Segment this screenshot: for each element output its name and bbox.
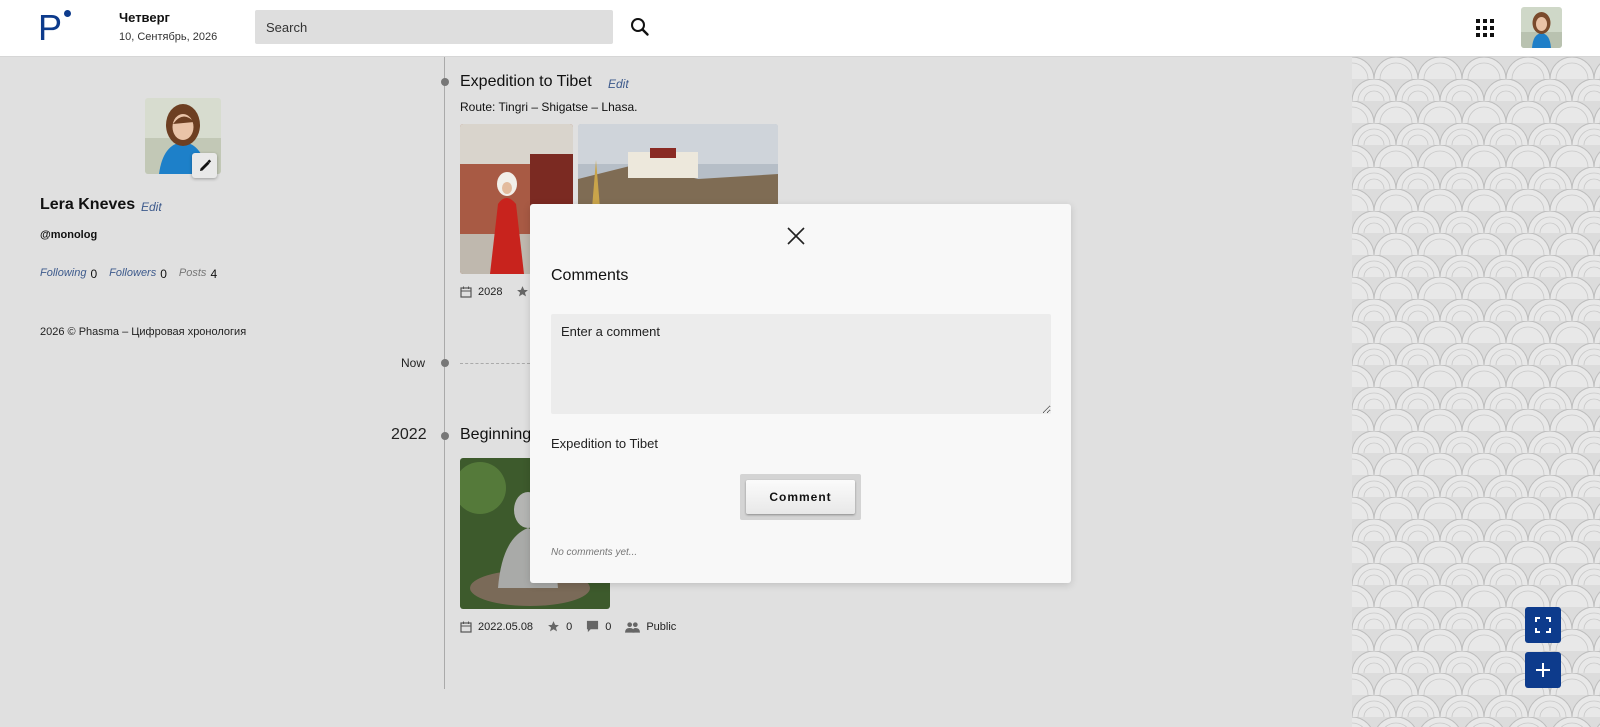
star-icon <box>517 286 529 297</box>
post-date: 2028 <box>478 285 503 298</box>
no-comments-text: No comments yet... <box>551 547 638 558</box>
visibility-label: Public <box>646 620 677 633</box>
profile-handle: @monolog <box>40 229 98 241</box>
now-marker-line <box>460 363 530 364</box>
profile-stats: Following 0 Followers 0 Posts 4 <box>40 267 225 281</box>
day-name: Четверг <box>119 10 170 25</box>
comment-count: 0 <box>605 620 612 633</box>
post-meta: 2022.05.08 0 0 Public <box>460 620 676 633</box>
comment-submit-button[interactable]: Comment <box>746 480 855 514</box>
people-icon <box>625 621 641 633</box>
post-meta: 2028 <box>460 285 529 298</box>
post-photo-potala[interactable] <box>578 124 778 208</box>
following-count: 0 <box>90 267 98 281</box>
followers-link[interactable]: Followers <box>109 267 156 281</box>
followers-count: 0 <box>160 267 167 281</box>
post-date: 2022.05.08 <box>478 620 534 633</box>
timeline-dot <box>441 78 449 86</box>
close-icon[interactable] <box>784 224 808 248</box>
posts-count: 4 <box>210 267 218 281</box>
search-icon[interactable] <box>630 17 650 37</box>
comment-button-frame: Comment <box>740 474 861 520</box>
logo-dot <box>64 10 71 17</box>
profile-edit-link[interactable]: Edit <box>141 200 162 214</box>
posts-label: Posts <box>178 267 207 279</box>
profile-name: Lera Kneves <box>40 196 136 213</box>
post-title[interactable]: Beginning <box>460 426 531 444</box>
modal-title: Comments <box>551 267 629 284</box>
comment-textarea[interactable] <box>551 314 1051 414</box>
date-full: 10, Сентябрь, 2026 <box>119 31 218 43</box>
logo-letter: P <box>38 7 63 48</box>
search-input[interactable] <box>255 10 613 44</box>
star-icon <box>548 621 559 632</box>
header-avatar[interactable] <box>1521 7 1562 48</box>
copyright-footer: 2026 © Phasma – Цифровая хронология <box>40 326 247 338</box>
timeline-dot <box>441 432 449 440</box>
comment-icon <box>587 620 599 633</box>
avatar-edit-button[interactable] <box>192 153 217 178</box>
apps-grid-icon[interactable] <box>1476 19 1494 37</box>
post-title[interactable]: Expedition to Tibet <box>460 73 592 91</box>
plus-icon <box>1536 663 1550 677</box>
year-label: 2022 <box>391 426 427 443</box>
timeline-axis <box>444 57 445 689</box>
calendar-icon <box>460 621 472 633</box>
fullscreen-icon <box>1535 617 1551 633</box>
date-display: Четверг 10, Сентябрь, 2026 <box>119 10 217 43</box>
pencil-icon <box>199 158 211 171</box>
top-header: P Четверг 10, Сентябрь, 2026 <box>0 0 1600 57</box>
timeline-dot <box>441 359 449 367</box>
following-link[interactable]: Following <box>40 267 86 281</box>
now-marker-label: Now <box>401 356 426 370</box>
comments-modal: Comments Expedition to Tibet Comment No … <box>530 204 1071 583</box>
fullscreen-button[interactable] <box>1525 607 1561 643</box>
app-logo[interactable]: P <box>38 8 78 48</box>
calendar-icon <box>460 286 472 298</box>
decorative-pattern-panel <box>1352 57 1600 727</box>
post-edit-link[interactable]: Edit <box>608 77 629 91</box>
add-post-button[interactable] <box>1525 652 1561 688</box>
star-count: 0 <box>566 620 573 633</box>
comment-context-title: Expedition to Tibet <box>551 436 658 451</box>
post-route: Route: Tingri – Shigatse – Lhasa. <box>460 100 638 114</box>
